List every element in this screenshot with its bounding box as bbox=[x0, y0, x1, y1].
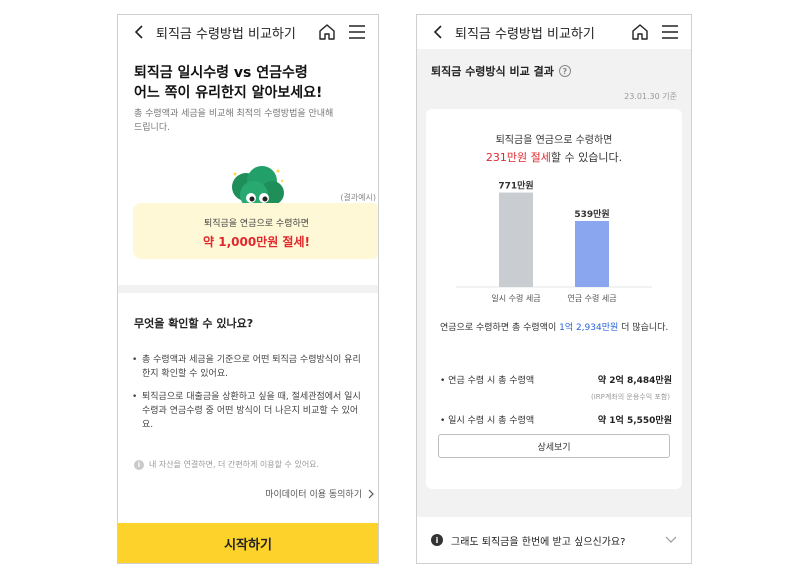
chart-bar bbox=[575, 220, 609, 287]
info-icon: i bbox=[431, 534, 443, 546]
result-screen: 퇴직금 수령방법 비교하기 퇴직금 수령방식 비교 결과 ? 23.01.30 … bbox=[416, 14, 692, 564]
faq-label: 그래도 퇴직금을 한번에 받고 싶으신가요? bbox=[451, 536, 626, 548]
hero-title-line2: 어느 쪽이 유리한지 알아보세요! bbox=[134, 85, 323, 101]
summary-difference: 1억 2,934만원 bbox=[559, 323, 619, 333]
info-icon: i bbox=[134, 459, 144, 470]
back-arrow-icon[interactable] bbox=[433, 24, 447, 40]
chart-bar bbox=[499, 192, 533, 287]
summary-pre: 연금으로 수령하면 총 수령액이 bbox=[440, 323, 560, 333]
chart-value-label: 771만원 bbox=[498, 180, 533, 192]
chevron-right-icon bbox=[368, 489, 374, 498]
chart-category-label: 연금 수령 세금 bbox=[567, 294, 616, 303]
chart-value-label: 539만원 bbox=[574, 208, 609, 220]
list-item: • 퇴직금으로 대출금을 상환하고 싶을 때, 절세관점에서 일시수령과 연금수령… bbox=[132, 390, 364, 432]
section-title: 무엇을 확인할 수 있나요? bbox=[134, 317, 254, 330]
details-button[interactable]: 상세보기 bbox=[438, 434, 670, 458]
list-item-text: 퇴직금으로 대출금을 상환하고 싶을 때, 절세관점에서 일시수령과 연금수령 … bbox=[142, 392, 361, 430]
start-button[interactable]: 시작하기 bbox=[118, 523, 378, 563]
bullet-mark: • bbox=[132, 355, 138, 365]
summary-text: 연금으로 수령하면 총 수령액이 1억 2,934만원 더 많습니다. bbox=[440, 321, 670, 336]
page-title: 퇴직금 수령방법 비교하기 bbox=[156, 26, 296, 42]
saving-amount: 231만원 절세 bbox=[485, 151, 551, 164]
info-note: i 내 자산을 연결하면, 더 간편하게 이용할 수 있어요. bbox=[134, 459, 319, 470]
card-line2: 231만원 절세할 수 있습니다. bbox=[426, 149, 682, 165]
chart-category-label: 일시 수령 세금 bbox=[491, 294, 540, 303]
help-icon[interactable]: ? bbox=[558, 65, 571, 77]
result-date: 23.01.30 기준 bbox=[624, 92, 677, 101]
consent-link-label: 마이데이터 이용 동의하기 bbox=[265, 490, 362, 500]
hero-desc-line1: 총 수령액과 세금을 비교해 최적의 수령방법을 안내해 bbox=[134, 109, 334, 119]
list-item-text: 총 수령액과 세금을 기준으로 어떤 퇴직금 수령방식이 유리한지 확인할 수 … bbox=[142, 355, 361, 379]
menu-icon[interactable] bbox=[659, 21, 681, 43]
example-line1: 퇴직금을 연금으로 수령하면 bbox=[203, 219, 310, 229]
summary-post: 더 많습니다. bbox=[618, 323, 669, 333]
lump-sum-total-row: • 일시 수령 시 총 수령액 약 1억 5,550만원 bbox=[440, 413, 672, 426]
irp-note: (IRP계좌의 운용수익 포함) bbox=[590, 393, 670, 401]
result-title: 퇴직금 수령방식 비교 결과 ? bbox=[431, 63, 571, 79]
row-value: 약 1억 5,550만원 bbox=[597, 416, 672, 426]
row-label: • 연금 수령 시 총 수령액 bbox=[440, 376, 535, 386]
list-item: • 총 수령액과 세금을 기준으로 어떤 퇴직금 수령방식이 유리한지 확인할 수… bbox=[132, 353, 364, 381]
card-line2-rest: 할 수 있습니다. bbox=[550, 151, 623, 164]
info-note-text: 내 자산을 연결하면, 더 간편하게 이용할 수 있어요. bbox=[149, 460, 320, 469]
mydata-consent-link[interactable]: 마이데이터 이용 동의하기 bbox=[265, 487, 376, 500]
feature-list: • 총 수령액과 세금을 기준으로 어떤 퇴직금 수령방식이 유리한지 확인할 수… bbox=[132, 353, 364, 441]
home-icon[interactable] bbox=[316, 21, 338, 43]
card-line1: 퇴직금을 연금으로 수령하면 bbox=[495, 135, 613, 146]
faq-accordion[interactable]: i 그래도 퇴직금을 한번에 받고 싶으신가요? bbox=[417, 517, 691, 563]
tax-comparison-chart: 771만원일시 수령 세금 539만원연금 수령 세금 bbox=[456, 180, 652, 303]
row-value: 약 2억 8,484만원 bbox=[597, 376, 672, 386]
menu-icon[interactable] bbox=[346, 21, 368, 43]
hero-description: 총 수령액과 세금을 비교해 최적의 수령방법을 안내해 드립니다. bbox=[134, 107, 362, 135]
app-bar: 퇴직금 수령방법 비교하기 bbox=[118, 15, 378, 49]
page-title: 퇴직금 수령방법 비교하기 bbox=[455, 26, 595, 42]
pension-total-row: • 연금 수령 시 총 수령액 약 2억 8,484만원 bbox=[440, 373, 672, 386]
chevron-down-icon bbox=[665, 536, 677, 543]
example-result-box: 퇴직금을 연금으로 수령하면 약 1,000만원 절세! bbox=[133, 203, 378, 259]
hero-desc-line2: 드립니다. bbox=[134, 123, 170, 133]
result-title-text: 퇴직금 수령방식 비교 결과 bbox=[431, 65, 554, 78]
hero-title-line1: 퇴직금 일시수령 vs 연금수령 bbox=[134, 65, 308, 81]
example-line2: 약 1,000만원 절세! bbox=[203, 235, 310, 249]
app-bar: 퇴직금 수령방법 비교하기 bbox=[417, 15, 691, 49]
intro-screen: 퇴직금 수령방법 비교하기 퇴직금 일시수령 vs 연금수령 어느 쪽이 유리한… bbox=[117, 14, 379, 564]
home-icon[interactable] bbox=[629, 21, 651, 43]
back-arrow-icon[interactable] bbox=[134, 24, 148, 40]
hero-title: 퇴직금 일시수령 vs 연금수령 어느 쪽이 유리한지 알아보세요! bbox=[134, 63, 368, 103]
result-card: 퇴직금을 연금으로 수령하면 231만원 절세할 수 있습니다. 771만원일시… bbox=[426, 109, 682, 489]
section-divider bbox=[118, 285, 378, 293]
example-tag: (결과예시) bbox=[340, 193, 376, 202]
row-label: • 일시 수령 시 총 수령액 bbox=[440, 416, 535, 426]
bullet-mark: • bbox=[132, 392, 138, 402]
